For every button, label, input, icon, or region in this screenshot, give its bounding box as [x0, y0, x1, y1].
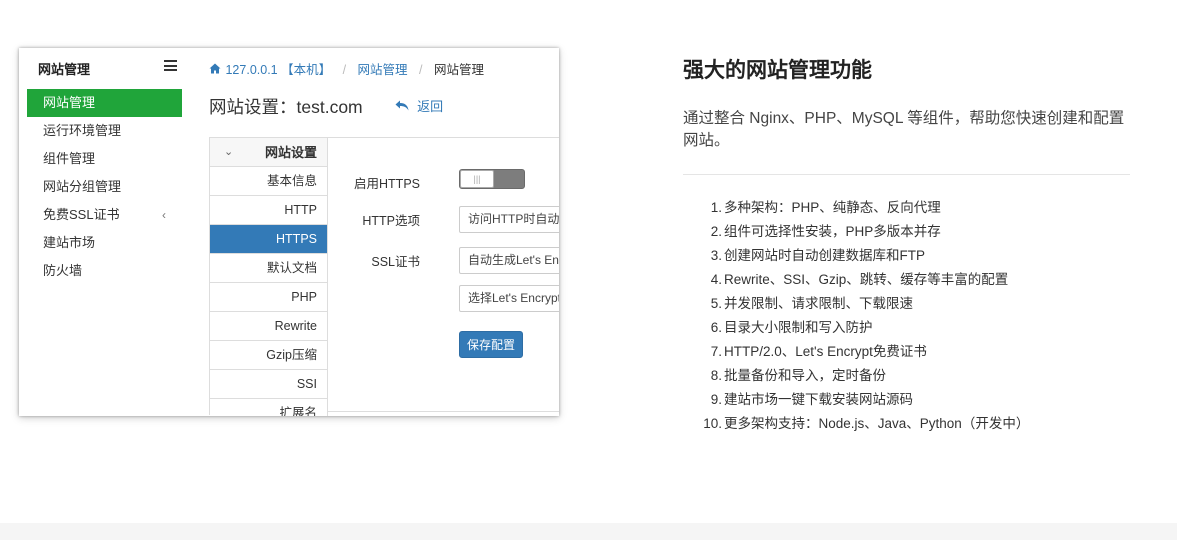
list-item: 7. HTTP/2.0、Let's Encrypt免费证书	[694, 340, 1029, 364]
settings-panel: ⌄ 网站设置 基本信息 HTTP HTTPS 默认文档 PHP Rewrite …	[209, 137, 559, 416]
list-item: 2. 组件可选择性安装，PHP多版本并存	[694, 220, 1029, 244]
list-number: 6.	[710, 320, 722, 335]
list-text: HTTP/2.0、Let's Encrypt免费证书	[724, 344, 927, 359]
home-icon[interactable]	[209, 63, 222, 77]
breadcrumb-section[interactable]: 网站管理	[358, 63, 408, 77]
back-link[interactable]: 返回	[395, 96, 443, 115]
sidebar-menu: 网站管理 运行环境管理 组件管理 网站分组管理 免费SSL证书 ‹ 建站市场 防火…	[27, 89, 182, 285]
page-title: 网站设置：test.com	[209, 97, 363, 117]
chevron-left-icon: ‹	[162, 208, 166, 222]
save-config-button[interactable]: 保存配置	[459, 331, 524, 358]
reply-arrow-icon	[395, 98, 413, 115]
list-number: 5.	[710, 296, 722, 311]
hamburger-menu-icon[interactable]	[164, 60, 177, 71]
list-item: 9. 建站市场一键下载安装网站源码	[694, 388, 1029, 412]
features-title: 强大的网站管理功能	[683, 59, 872, 82]
tab-header-label: 网站设置	[264, 145, 317, 160]
https-option-select[interactable]: 访问HTTP时自动跳转	[459, 206, 559, 233]
sidebar-item-free-ssl[interactable]: 免费SSL证书 ‹	[27, 201, 182, 229]
breadcrumb-separator: /	[419, 63, 423, 77]
list-item: 6. 目录大小限制和写入防护	[694, 316, 1029, 340]
sidebar-item-label: 防火墙	[43, 263, 83, 278]
form-divider	[328, 411, 559, 412]
list-text: 组件可选择性安装，PHP多版本并存	[724, 224, 941, 239]
footer-band	[0, 523, 1177, 540]
sidebar-item-label: 网站分组管理	[43, 179, 122, 194]
tab-rewrite[interactable]: Rewrite	[210, 312, 327, 341]
sidebar-item-market[interactable]: 建站市场	[27, 229, 182, 257]
tab-default-doc[interactable]: 默认文档	[210, 254, 327, 283]
list-number: 3.	[710, 248, 722, 263]
settings-tabs: ⌄ 网站设置 基本信息 HTTP HTTPS 默认文档 PHP Rewrite …	[210, 138, 328, 416]
list-text: 多种架构：PHP、纯静态、反向代理	[724, 200, 941, 215]
breadcrumb: 127.0.0.1 【本机】 / 网站管理 / 网站管理	[209, 59, 484, 78]
main-content: 127.0.0.1 【本机】 / 网站管理 / 网站管理 网站设置：test.c…	[189, 48, 559, 416]
sidebar-item-site-groups[interactable]: 网站分组管理	[27, 173, 182, 201]
sidebar-item-label: 组件管理	[43, 151, 96, 166]
ssl-cert-label: SSL证书	[371, 255, 420, 269]
list-item: 1. 多种架构：PHP、纯静态、反向代理	[694, 196, 1029, 220]
tab-extensions[interactable]: 扩展名	[210, 399, 327, 416]
sidebar-item-label: 网站管理	[43, 95, 96, 110]
features-list: 1. 多种架构：PHP、纯静态、反向代理 2. 组件可选择性安装，PHP多版本并存 …	[694, 196, 1029, 436]
list-text: 批量备份和导入，定时备份	[724, 368, 886, 383]
list-item: 4. Rewrite、SSI、Gzip、跳转、缓存等丰富的配置	[694, 268, 1029, 292]
sidebar-item-firewall[interactable]: 防火墙	[27, 257, 182, 285]
features-description: 通过整合 Nginx、PHP、MySQL 等组件，帮助您快速创建和配置网站。	[683, 110, 1125, 149]
breadcrumb-host[interactable]: 127.0.0.1 【本机】	[225, 63, 331, 77]
breadcrumb-separator: /	[342, 63, 347, 77]
https-option-label: HTTP选项	[362, 214, 420, 228]
list-number: 2.	[710, 224, 722, 239]
tab-ssi[interactable]: SSI	[210, 370, 327, 399]
list-text: 更多架构支持：Node.js、Java、Python（开发中）	[724, 416, 1030, 431]
list-text: 目录大小限制和写入防护	[724, 320, 873, 335]
https-form: 启用HTTPS ||| HTTP选项 访问HTTP时自动跳转 SSL证书 自动生…	[328, 138, 559, 416]
ssl-cert-select[interactable]: 自动生成Let's Encrypt	[459, 247, 559, 274]
list-item: 10. 更多架构支持：Node.js、Java、Python（开发中）	[694, 412, 1029, 436]
list-item: 5. 并发限制、请求限制、下载限速	[694, 292, 1029, 316]
tab-header[interactable]: ⌄ 网站设置	[210, 138, 327, 167]
tab-gzip[interactable]: Gzip压缩	[210, 341, 327, 370]
list-text: Rewrite、SSI、Gzip、跳转、缓存等丰富的配置	[724, 272, 1009, 287]
back-label: 返回	[417, 99, 444, 114]
sidebar-item-label: 运行环境管理	[43, 123, 122, 138]
https-toggle[interactable]: |||	[459, 169, 525, 189]
toggle-knob: |||	[460, 170, 494, 188]
list-number: 10.	[703, 416, 722, 431]
list-text: 建站市场一键下载安装网站源码	[724, 392, 913, 407]
breadcrumb-current: 网站管理	[434, 63, 485, 77]
tab-basic-info[interactable]: 基本信息	[210, 167, 327, 196]
list-number: 8.	[710, 368, 722, 383]
list-text: 创建网站时自动创建数据库和FTP	[724, 248, 925, 263]
list-text: 并发限制、请求限制、下载限速	[724, 296, 913, 311]
sidebar-item-site-management[interactable]: 网站管理	[27, 89, 182, 117]
tab-https[interactable]: HTTPS	[210, 225, 327, 254]
tab-php[interactable]: PHP	[210, 283, 327, 312]
list-number: 9.	[710, 392, 722, 407]
sidebar-item-components[interactable]: 组件管理	[27, 145, 182, 173]
https-enable-label: 启用HTTPS	[354, 177, 420, 191]
sidebar-title: 网站管理	[38, 62, 91, 77]
sidebar-item-label: 建站市场	[43, 235, 96, 250]
divider	[683, 174, 1130, 175]
list-number: 4.	[710, 272, 722, 287]
ssl-cert-source-select[interactable]: 选择Let's Encrypt	[459, 285, 559, 312]
sidebar-item-label: 免费SSL证书	[43, 207, 120, 222]
list-item: 8. 批量备份和导入，定时备份	[694, 364, 1029, 388]
admin-screenshot: 网站管理 网站管理 运行环境管理 组件管理 网站分组管理 免费SSL证书 ‹ 建站…	[19, 48, 559, 416]
list-item: 3. 创建网站时自动创建数据库和FTP	[694, 244, 1029, 268]
sidebar-item-runtime[interactable]: 运行环境管理	[27, 117, 182, 145]
sidebar: 网站管理 网站管理 运行环境管理 组件管理 网站分组管理 免费SSL证书 ‹ 建站…	[19, 48, 189, 416]
tab-http[interactable]: HTTP	[210, 196, 327, 225]
list-number: 7.	[710, 344, 722, 359]
chevron-down-icon: ⌄	[224, 146, 234, 158]
list-number: 1.	[710, 200, 722, 215]
